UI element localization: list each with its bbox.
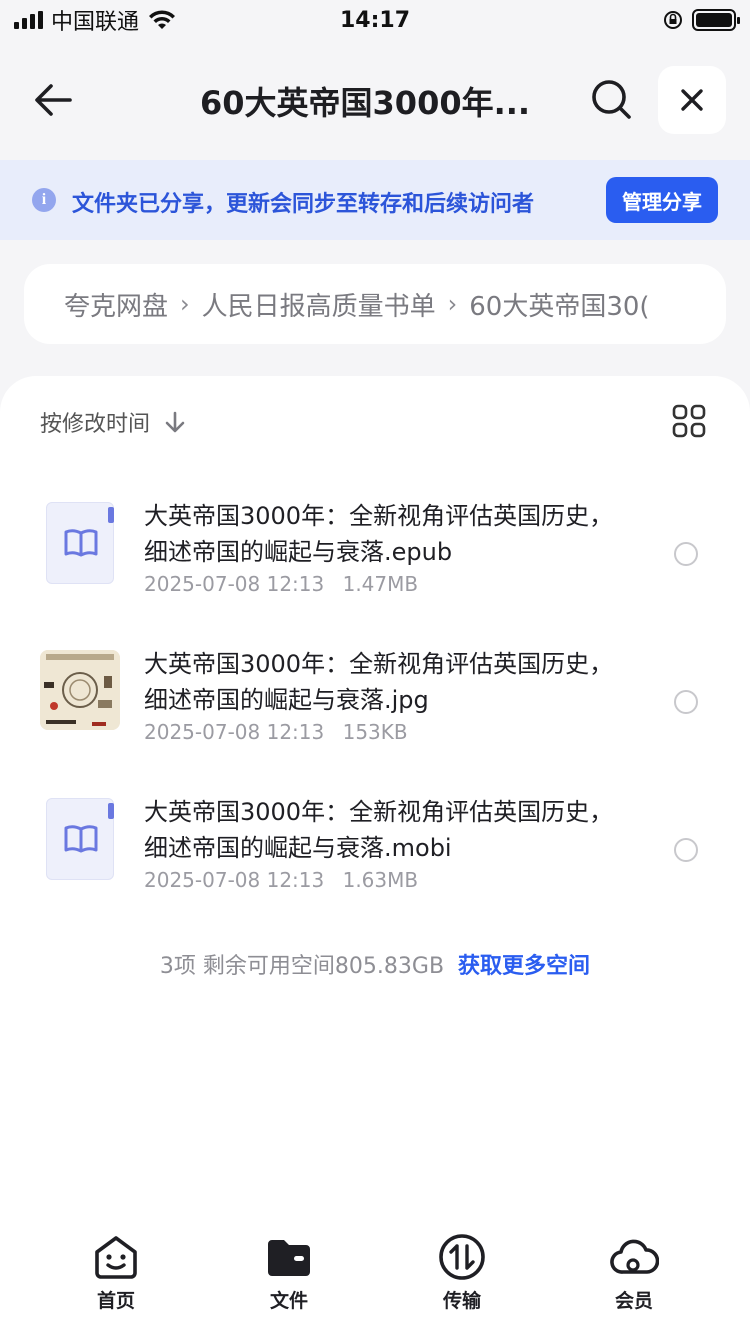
file-meta: 2025-07-08 12:13 1.47MB bbox=[144, 572, 418, 596]
signal-icon bbox=[14, 11, 43, 29]
breadcrumb-item-current[interactable]: 60大英帝国30( bbox=[469, 286, 649, 323]
close-icon bbox=[681, 89, 703, 111]
info-icon: i bbox=[32, 188, 56, 212]
storage-summary-text: 3项 剩余可用空间805.83GB bbox=[159, 954, 445, 979]
sort-control[interactable]: 按修改时间 bbox=[40, 406, 186, 438]
file-size: 1.47MB bbox=[342, 572, 419, 596]
battery-icon bbox=[692, 9, 740, 31]
tab-home[interactable]: 首页 bbox=[56, 1224, 176, 1334]
transfer-icon bbox=[439, 1234, 485, 1280]
file-date: 2025-07-08 12:13 bbox=[144, 572, 325, 596]
cloud-vip-icon bbox=[610, 1239, 659, 1274]
file-row[interactable]: 大英帝国3000年：全新视角评估英国历史，细述帝国的崛起与衰落.jpg 2025… bbox=[0, 646, 750, 766]
search-button[interactable] bbox=[588, 76, 634, 122]
share-banner: i 文件夹已分享，更新会同步至转存和后续访问者 管理分享 bbox=[0, 160, 750, 240]
folder-icon bbox=[268, 1240, 310, 1276]
tab-vip[interactable]: 会员 bbox=[574, 1224, 694, 1334]
tab-label: 会员 bbox=[614, 1290, 653, 1312]
book-cover-image bbox=[40, 650, 120, 730]
arrow-left-icon bbox=[35, 84, 72, 116]
sort-label: 按修改时间 bbox=[40, 412, 151, 437]
grid-icon bbox=[672, 404, 706, 438]
arrow-down-icon bbox=[165, 411, 185, 433]
file-date: 2025-07-08 12:13 bbox=[144, 720, 325, 744]
carrier-label: 中国联通 bbox=[51, 10, 140, 35]
get-more-space-link[interactable]: 获取更多空间 bbox=[458, 954, 590, 979]
file-name: 大英帝国3000年：全新视角评估英国历史，细述帝国的崛起与衰落.jpg bbox=[144, 650, 614, 714]
rotation-lock-icon bbox=[664, 11, 682, 29]
tab-label: 传输 bbox=[442, 1290, 481, 1312]
back-button[interactable] bbox=[30, 78, 76, 122]
status-left: 中国联通 bbox=[14, 4, 177, 36]
home-smile-icon bbox=[95, 1236, 137, 1279]
close-button[interactable] bbox=[658, 66, 726, 134]
breadcrumb-item-root[interactable]: 夸克网盘 bbox=[64, 286, 168, 323]
storage-summary: 3项 剩余可用空间805.83GB 获取更多空间 bbox=[0, 948, 750, 980]
file-name: 大英帝国3000年：全新视角评估英国历史，细述帝国的崛起与衰落.epub bbox=[144, 502, 614, 566]
select-radio[interactable] bbox=[674, 838, 698, 862]
file-list-panel: 按修改时间 大英帝国3000年：全新视角评估英国历史，细述帝国的崛起与衰落.ep… bbox=[0, 376, 750, 1334]
file-size: 1.63MB bbox=[342, 868, 419, 892]
tab-files[interactable]: 文件 bbox=[229, 1224, 349, 1334]
manage-share-button[interactable]: 管理分享 bbox=[606, 177, 718, 223]
ebook-file-icon bbox=[46, 502, 114, 584]
ebook-file-icon bbox=[46, 798, 114, 880]
header: 60大英帝国3000年... bbox=[0, 60, 750, 140]
page-title: 60大英帝国3000年... bbox=[200, 84, 531, 122]
status-right bbox=[662, 9, 740, 31]
select-radio[interactable] bbox=[674, 690, 698, 714]
tab-label: 文件 bbox=[269, 1290, 308, 1312]
bottom-tab-bar: 首页 文件 传输 会员 bbox=[0, 1224, 750, 1334]
breadcrumb-separator: › bbox=[180, 290, 190, 318]
breadcrumb-item-booklist[interactable]: 人民日报高质量书单 bbox=[202, 286, 436, 323]
file-meta: 2025-07-08 12:13 1.63MB bbox=[144, 868, 418, 892]
book-icon bbox=[64, 529, 98, 557]
file-row[interactable]: 大英帝国3000年：全新视角评估英国历史，细述帝国的崛起与衰落.mobi 202… bbox=[0, 794, 750, 914]
tab-transfer[interactable]: 传输 bbox=[402, 1224, 522, 1334]
file-date: 2025-07-08 12:13 bbox=[144, 868, 325, 892]
file-row[interactable]: 大英帝国3000年：全新视角评估英国历史，细述帝国的崛起与衰落.epub 202… bbox=[0, 498, 750, 618]
breadcrumb: 夸克网盘 › 人民日报高质量书单 › 60大英帝国30( bbox=[24, 264, 726, 344]
tab-label: 首页 bbox=[96, 1290, 135, 1312]
breadcrumb-separator: › bbox=[447, 290, 458, 318]
file-name: 大英帝国3000年：全新视角评估英国历史，细述帝国的崛起与衰落.mobi bbox=[144, 798, 614, 862]
book-icon bbox=[64, 825, 98, 853]
wifi-icon bbox=[149, 10, 176, 29]
image-thumbnail bbox=[40, 650, 120, 730]
status-bar: 中国联通 14:17 bbox=[0, 0, 750, 40]
grid-view-button[interactable] bbox=[672, 404, 706, 438]
share-banner-text: 文件夹已分享，更新会同步至转存和后续访问者 bbox=[72, 192, 535, 217]
file-size: 153KB bbox=[342, 720, 408, 744]
search-icon bbox=[592, 80, 631, 119]
select-radio[interactable] bbox=[674, 542, 698, 566]
file-meta: 2025-07-08 12:13 153KB bbox=[144, 720, 408, 744]
